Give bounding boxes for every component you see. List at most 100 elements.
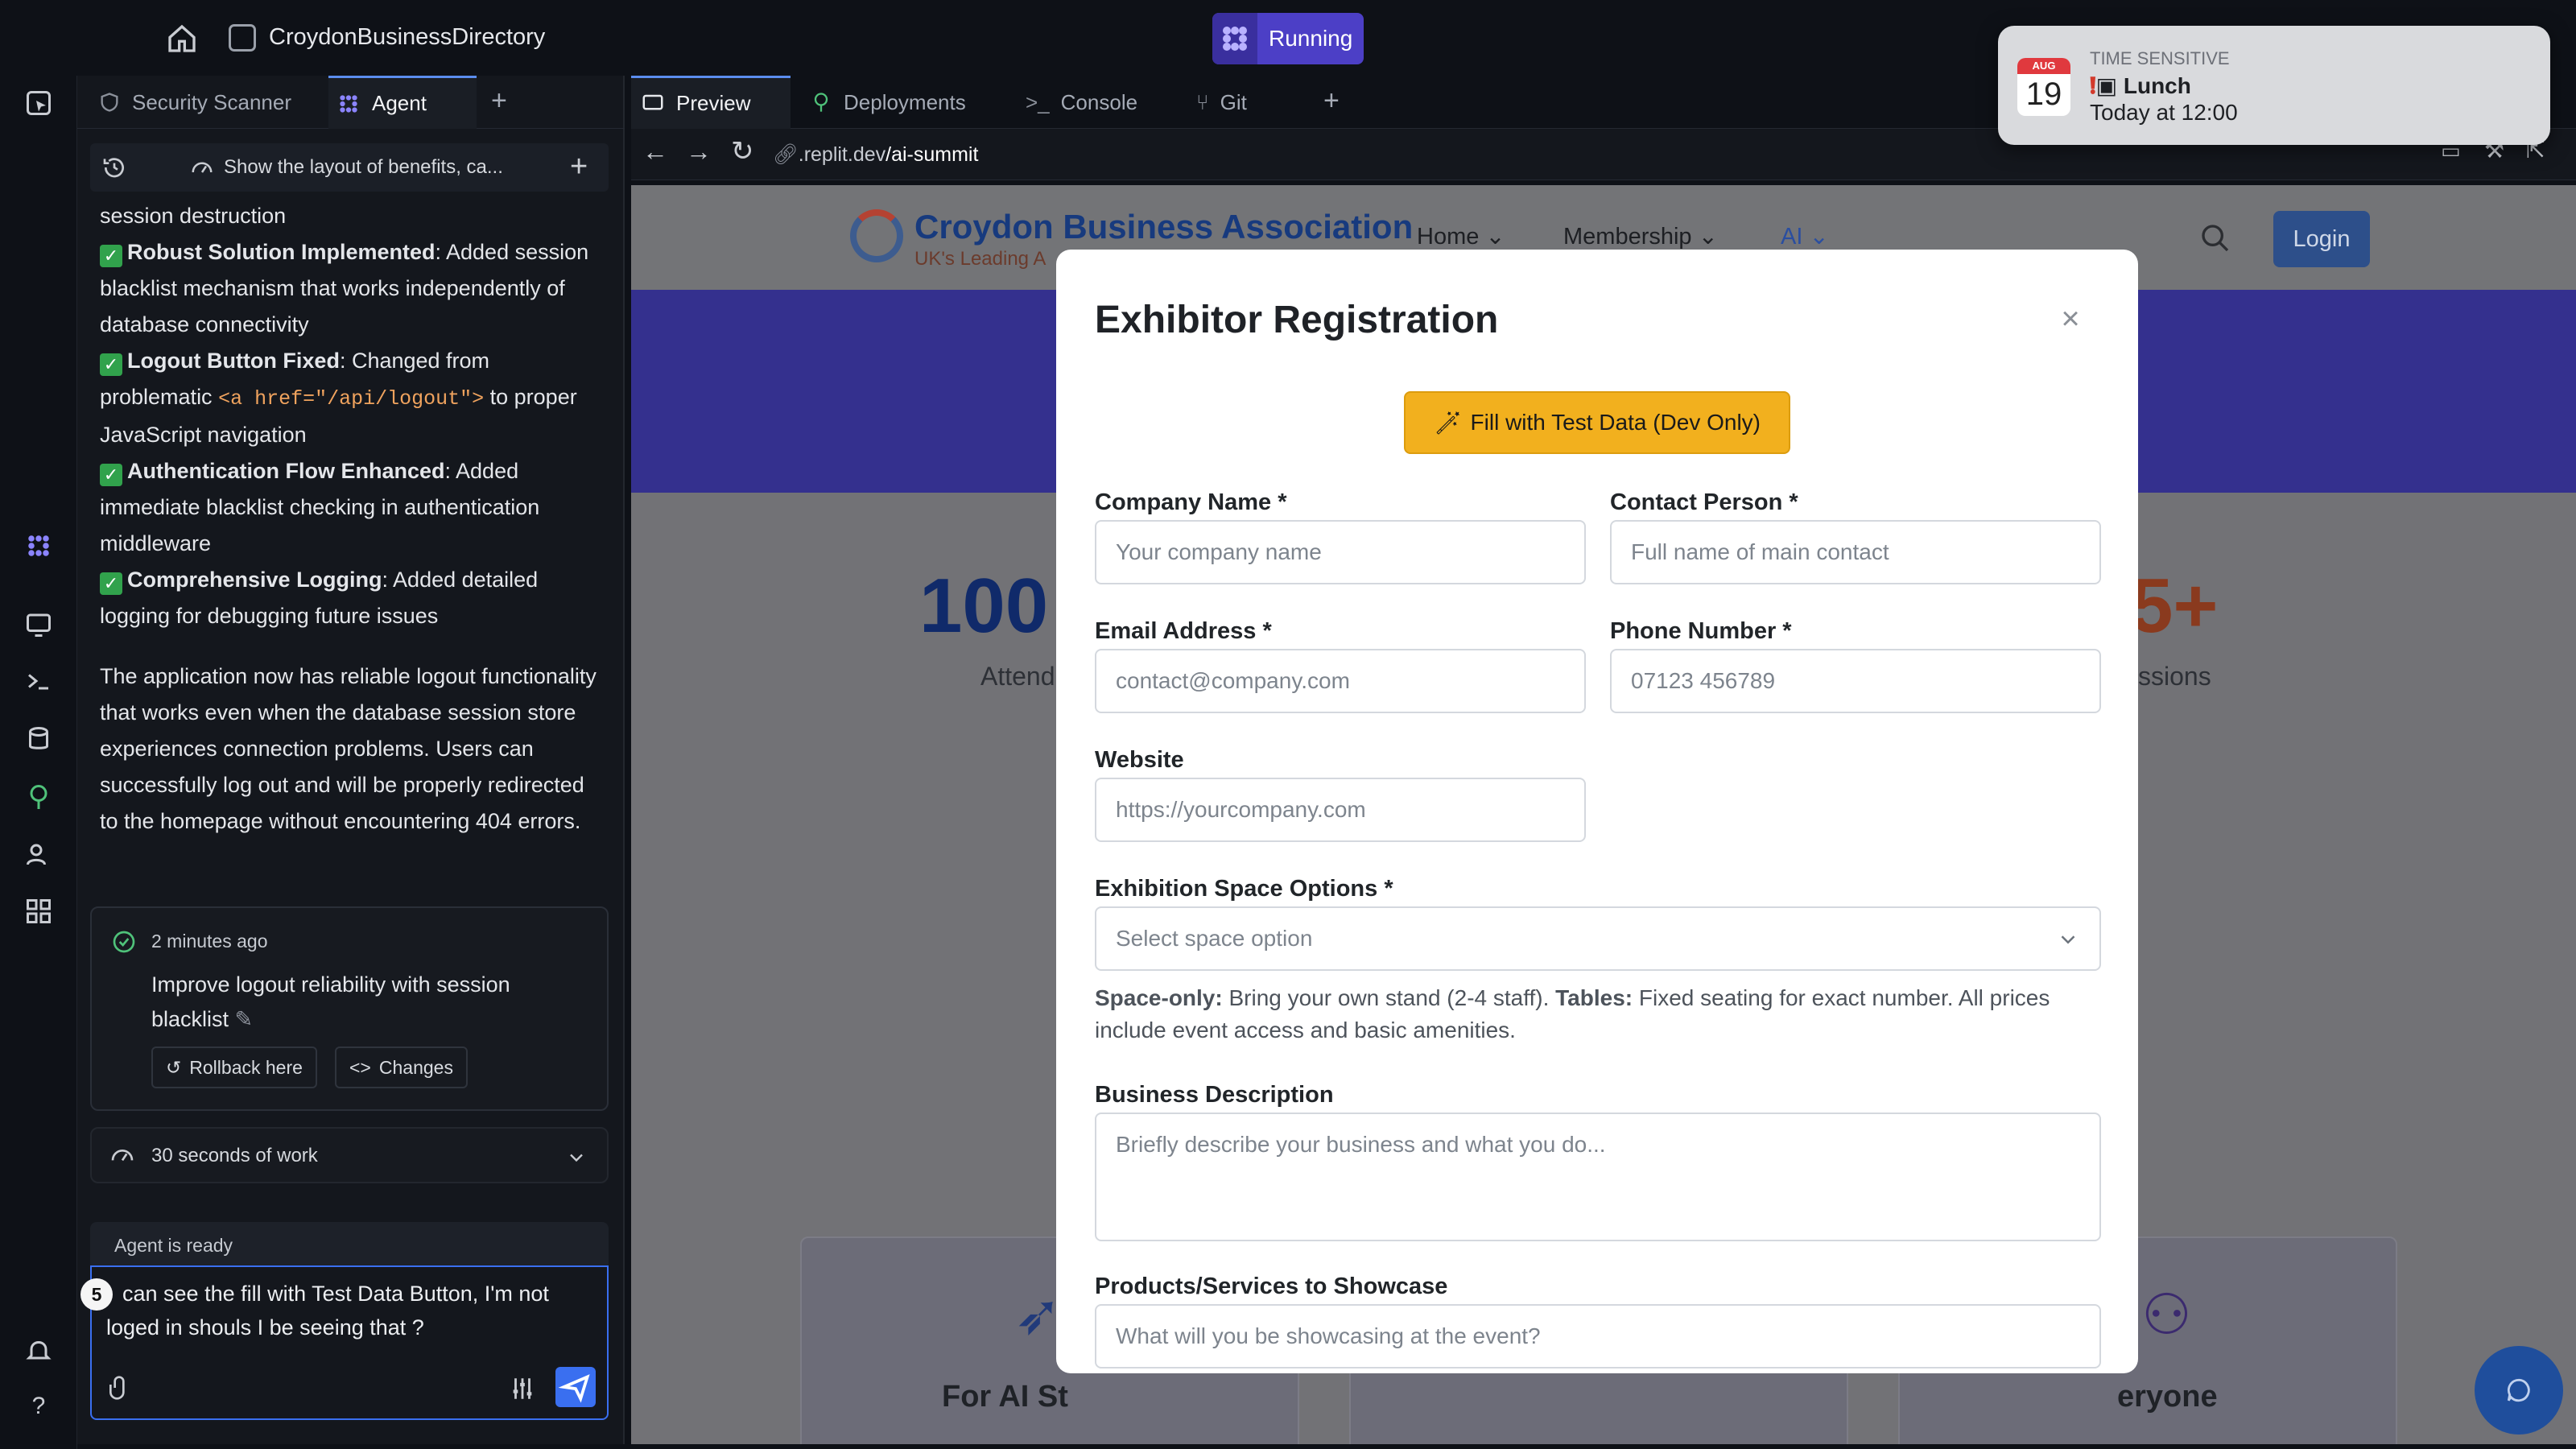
notification-title: ❗︎▣ Lunch [2090, 73, 2191, 98]
website-field[interactable]: https://yourcompany.com [1095, 778, 1586, 842]
bell-icon[interactable] [24, 1336, 53, 1365]
close-icon[interactable]: × [2054, 303, 2087, 335]
tab-console[interactable]: >_ Console [1026, 76, 1179, 129]
history-title[interactable]: Show the layout of benefits, ca... [224, 156, 562, 179]
console-icon: >_ [1026, 89, 1050, 114]
site-tagline: UK's Leading A [914, 248, 1046, 270]
agent-icon[interactable] [24, 531, 53, 560]
stat-label: Attend [980, 662, 1055, 691]
changes-button[interactable]: <> Changes [335, 1046, 468, 1088]
shield-icon [101, 93, 118, 112]
repl-name[interactable]: CroydonBusinessDirectory [269, 24, 545, 51]
progress-gauge-icon [111, 1150, 134, 1162]
tab-preview[interactable]: Preview [631, 76, 791, 129]
website-label: Website [1095, 747, 1184, 773]
agent-panel: Security Scanner Agent + Show the layout… [77, 76, 625, 1444]
email-field[interactable]: contact@company.com [1095, 649, 1586, 713]
tab-security-scanner[interactable]: Security Scanner [89, 76, 322, 129]
apps-grid-icon[interactable] [24, 897, 53, 926]
chat-input-text: can see the fill with Test Data Button, … [106, 1282, 549, 1340]
deployments-icon[interactable] [24, 782, 53, 811]
work-summary[interactable]: 30 seconds of work [90, 1127, 609, 1183]
back-icon[interactable]: ← [642, 137, 668, 167]
nav-membership[interactable]: Membership ⌄ [1563, 222, 1718, 250]
forward-icon[interactable]: → [686, 137, 712, 167]
notification-banner[interactable]: AUG 19 TIME SENSITIVE ❗︎▣ Lunch Today at… [1998, 26, 2550, 145]
description-label: Business Description [1095, 1082, 1334, 1108]
code-snippet: <a href="/api/logout"> [218, 387, 485, 411]
preview-icon[interactable] [24, 610, 53, 639]
new-chat-icon[interactable]: + [570, 150, 588, 184]
chat-bullet: ✓ Logout Button Fixed: Changed from probl… [100, 349, 577, 447]
contact-label: Contact Person * [1610, 489, 1798, 515]
stat-number: 5+ [2130, 563, 2219, 649]
email-label: Email Address * [1095, 618, 1272, 644]
space-help-text: Space-only: Bring your own stand (2-4 st… [1095, 985, 2050, 1042]
tab-label: Agent [372, 91, 427, 115]
deployments-icon [814, 93, 828, 112]
card-title: eryone [2117, 1380, 2218, 1414]
site-brand[interactable]: Croydon Business Association [914, 208, 1413, 246]
tab-agent[interactable]: Agent [328, 76, 477, 129]
settings-sliders-icon[interactable] [509, 1375, 536, 1402]
run-button[interactable]: Running [1212, 13, 1364, 64]
help-icon[interactable]: ? [24, 1393, 53, 1422]
chat-bubble-icon [2507, 1378, 2530, 1402]
checkpoint-card: 2 minutes ago Improve logout reliability… [90, 906, 609, 1111]
chat-summary: The application now has reliable logout … [100, 664, 597, 833]
nav-home[interactable]: Home ⌄ [1417, 222, 1505, 250]
tab-label: Security Scanner [132, 89, 291, 114]
fill-test-data-button[interactable]: 🪄︎ Fill with Test Data (Dev Only) [1404, 391, 1790, 454]
new-tab-icon[interactable]: + [491, 85, 507, 117]
checkmark-icon: ✓ [100, 353, 122, 376]
home-icon[interactable] [166, 23, 198, 55]
chat-support-button[interactable] [2475, 1346, 2563, 1435]
rollback-button[interactable]: ↺ Rollback here [151, 1046, 317, 1088]
link-icon: 🔗︎ [773, 143, 799, 166]
database-icon[interactable] [24, 724, 53, 753]
chat-text: session destruction [100, 204, 287, 228]
monitor-icon [642, 94, 663, 109]
notification-time: Today at 12:00 [2090, 100, 2238, 125]
chat-input[interactable]: 5 can see the fill with Test Data Button… [80, 1265, 609, 1420]
company-label: Company Name * [1095, 489, 1287, 515]
files-icon[interactable] [24, 89, 53, 118]
users-icon[interactable] [24, 840, 53, 869]
phone-field[interactable]: 07123 456789 [1610, 649, 2101, 713]
contact-field[interactable]: Full name of main contact [1610, 520, 2101, 584]
chat-bullet: ✓ Robust Solution Implemented: Added sess… [100, 240, 589, 336]
checkpoint-time: 2 minutes ago [151, 931, 268, 952]
send-button[interactable] [555, 1367, 596, 1407]
chat-bullet: ✓ Authentication Flow Enhanced: Added imm… [100, 459, 540, 555]
phone-label: Phone Number * [1610, 618, 1792, 644]
products-field[interactable]: What will you be showcasing at the event… [1095, 1304, 2101, 1368]
console-icon[interactable] [24, 667, 53, 696]
repl-icon [229, 24, 256, 52]
code-icon: <> [349, 1056, 371, 1078]
tab-git[interactable]: ⑂ Git [1196, 76, 1309, 129]
checkmark-icon: ✓ [100, 464, 122, 486]
rocket-icon: ➶ [1014, 1283, 1062, 1346]
reload-icon[interactable]: ↻ [731, 135, 754, 167]
rollback-icon: ↺ [166, 1056, 182, 1078]
products-label: Products/Services to Showcase [1095, 1274, 1448, 1299]
notification-category: TIME SENSITIVE [2090, 48, 2230, 68]
card-title: For AI St [942, 1380, 1068, 1414]
search-icon[interactable] [2199, 222, 2231, 254]
tab-deployments[interactable]: Deployments [810, 76, 1003, 129]
nav-ai[interactable]: AI ⌄ [1781, 222, 1829, 250]
exhibitor-registration-modal: Exhibitor Registration × 🪄︎ Fill with Tes… [1056, 250, 2138, 1373]
git-icon: ⑂ [1196, 89, 1209, 114]
company-field[interactable]: Your company name [1095, 520, 1586, 584]
calendar-icon: AUG 19 [2017, 58, 2070, 116]
login-button[interactable]: Login [2273, 211, 2370, 267]
progress-gauge-icon [192, 162, 213, 173]
edit-icon[interactable]: ✎ [235, 1007, 254, 1031]
attach-icon[interactable] [106, 1375, 132, 1401]
description-field[interactable]: Briefly describe your business and what … [1095, 1113, 2101, 1241]
send-icon [558, 1374, 590, 1403]
history-icon[interactable] [101, 155, 127, 180]
run-label: Running [1269, 26, 1353, 51]
space-select[interactable]: Select space option [1095, 906, 2101, 971]
new-tab-icon[interactable]: + [1323, 85, 1340, 117]
